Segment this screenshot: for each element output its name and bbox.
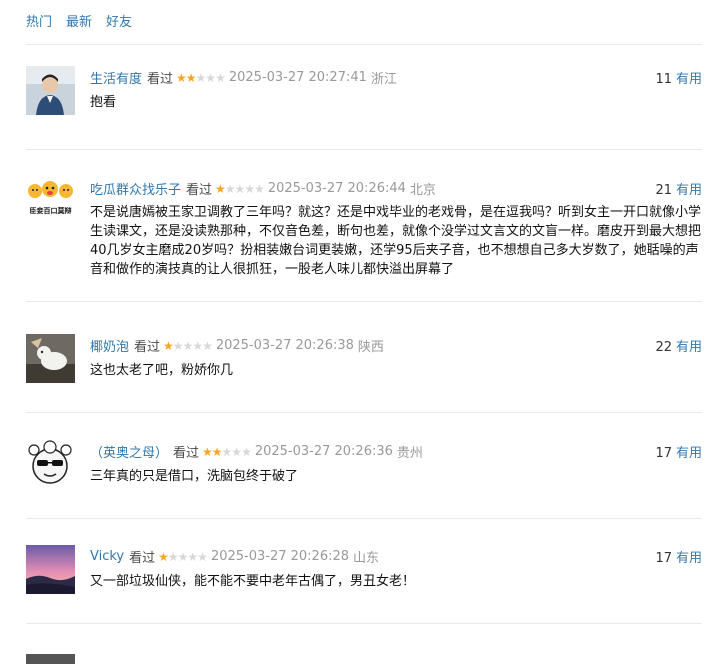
- vote-count: 17: [655, 446, 672, 461]
- comment-list: 生活有度 看过 ★★★★★ 2025-03-27 20:27:41 浙江 11 有…: [26, 44, 702, 664]
- vote-count: 21: [655, 183, 672, 198]
- watched-label: 看过: [186, 183, 213, 198]
- user-avatar[interactable]: [26, 545, 75, 594]
- comment-location: 北京: [409, 183, 436, 198]
- comment-item: 椰奶泡 看过 ★★★★★ 2025-03-27 20:26:38 陕西 22 有用…: [26, 301, 702, 412]
- comment-meta: 椰奶泡 看过 ★★★★★ 2025-03-27 20:26:38 陕西: [90, 336, 384, 355]
- star-icon: ★★★★: [224, 181, 265, 196]
- star-icon: ★★★★: [172, 338, 213, 353]
- watched-label: 看过: [129, 551, 156, 566]
- comment-item: [26, 623, 702, 664]
- comment-text: 三年真的只是借口，洗脑包终于破了: [90, 469, 299, 484]
- comment-time: 2025-03-27 20:27:41: [228, 70, 367, 85]
- avatar-image-icon: [26, 66, 75, 115]
- username-link[interactable]: 生活有度: [90, 68, 142, 87]
- comment-text: 又一部垃圾仙侠，能不能不要中老年古偶了，男丑女老！: [90, 574, 416, 589]
- star-icon: ★★: [202, 444, 222, 459]
- useful-vote: 22 有用: [655, 336, 702, 355]
- comment-text: 这也太老了吧，粉娇你几: [90, 363, 234, 378]
- comment-location: 浙江: [370, 72, 397, 87]
- star-icon: ★: [215, 181, 226, 196]
- tab-friends[interactable]: 好友: [106, 11, 132, 30]
- user-avatar[interactable]: [26, 440, 75, 489]
- user-avatar[interactable]: 臣妾百口莫辩: [26, 177, 75, 226]
- username-link[interactable]: （英奥之母）: [90, 442, 168, 461]
- vote-count: 17: [655, 551, 672, 566]
- star-icon: ★: [163, 338, 174, 353]
- rating-stars: ★★★★★: [202, 444, 252, 459]
- useful-button[interactable]: 有用: [676, 551, 702, 566]
- avatar-image-icon: 臣妾百口莫辩: [26, 177, 75, 226]
- rating-stars: ★★★★★: [158, 549, 208, 564]
- useful-vote: 17 有用: [655, 442, 702, 461]
- comment-item: Vicky 看过 ★★★★★ 2025-03-27 20:26:28 山东 17…: [26, 518, 702, 623]
- comment-item: 生活有度 看过 ★★★★★ 2025-03-27 20:27:41 浙江 11 有…: [26, 44, 702, 149]
- watched-label: 看过: [173, 446, 200, 461]
- username-link[interactable]: 椰奶泡: [90, 336, 129, 355]
- avatar-image-icon: [26, 440, 75, 489]
- rating-stars: ★★★★★: [163, 338, 213, 353]
- comment-time: 2025-03-27 20:26:44: [267, 181, 406, 196]
- comment-time: 2025-03-27 20:26:38: [215, 338, 354, 353]
- rating-stars: ★★★★★: [215, 181, 265, 196]
- useful-button[interactable]: 有用: [676, 340, 702, 355]
- watched-label: 看过: [134, 340, 161, 355]
- comment-filter-tabs: 热门 最新 好友: [26, 11, 132, 30]
- star-icon: ★★★: [195, 70, 226, 85]
- comment-meta: 生活有度 看过 ★★★★★ 2025-03-27 20:27:41 浙江: [90, 68, 397, 87]
- rating-stars: ★★★★★: [176, 70, 226, 85]
- star-icon: ★★★: [221, 444, 252, 459]
- useful-vote: 21 有用: [655, 179, 702, 198]
- comment-location: 陕西: [357, 340, 384, 355]
- comment-time: 2025-03-27 20:26:28: [210, 549, 350, 564]
- comment-item: 臣妾百口莫辩 吃瓜群众找乐子 看过 ★★★★★ 2025-03-27 20:26…: [26, 149, 702, 301]
- comment-location: 贵州: [396, 446, 423, 461]
- comment-item: （英奥之母） 看过 ★★★★★ 2025-03-27 20:26:36 贵州 1…: [26, 412, 702, 518]
- vote-count: 11: [655, 72, 672, 87]
- star-icon: ★★★★: [167, 549, 208, 564]
- comment-meta: （英奥之母） 看过 ★★★★★ 2025-03-27 20:26:36 贵州: [90, 442, 423, 461]
- comment-meta: Vicky 看过 ★★★★★ 2025-03-27 20:26:28 山东: [90, 547, 379, 566]
- comment-text: 抱看: [90, 95, 117, 110]
- svg-text:臣妾百口莫辩: 臣妾百口莫辩: [30, 206, 72, 215]
- user-avatar[interactable]: [26, 654, 75, 664]
- username-link[interactable]: Vicky: [90, 549, 124, 564]
- comment-time: 2025-03-27 20:26:36: [254, 444, 393, 459]
- comment-meta: 吃瓜群众找乐子 看过 ★★★★★ 2025-03-27 20:26:44 北京: [90, 179, 436, 198]
- comment-text: 不是说唐嫣被王家卫调教了三年吗？就这？还是中戏毕业的老戏骨，是在逗我吗？听到女主…: [90, 205, 702, 277]
- useful-button[interactable]: 有用: [676, 72, 702, 87]
- useful-vote: 17 有用: [655, 547, 702, 566]
- star-icon: ★: [158, 549, 169, 564]
- useful-vote: 11 有用: [655, 68, 702, 87]
- avatar-image-icon: [26, 334, 75, 383]
- user-avatar[interactable]: [26, 66, 75, 115]
- comment-location: 山东: [353, 551, 380, 566]
- username-link[interactable]: 吃瓜群众找乐子: [90, 179, 181, 198]
- useful-button[interactable]: 有用: [676, 183, 702, 198]
- user-avatar[interactable]: [26, 334, 75, 383]
- star-icon: ★★: [176, 70, 196, 85]
- tab-hot[interactable]: 热门: [26, 11, 52, 30]
- watched-label: 看过: [147, 72, 174, 87]
- useful-button[interactable]: 有用: [676, 446, 702, 461]
- tab-latest[interactable]: 最新: [66, 11, 92, 30]
- vote-count: 22: [655, 340, 672, 355]
- avatar-image-icon: [26, 545, 75, 594]
